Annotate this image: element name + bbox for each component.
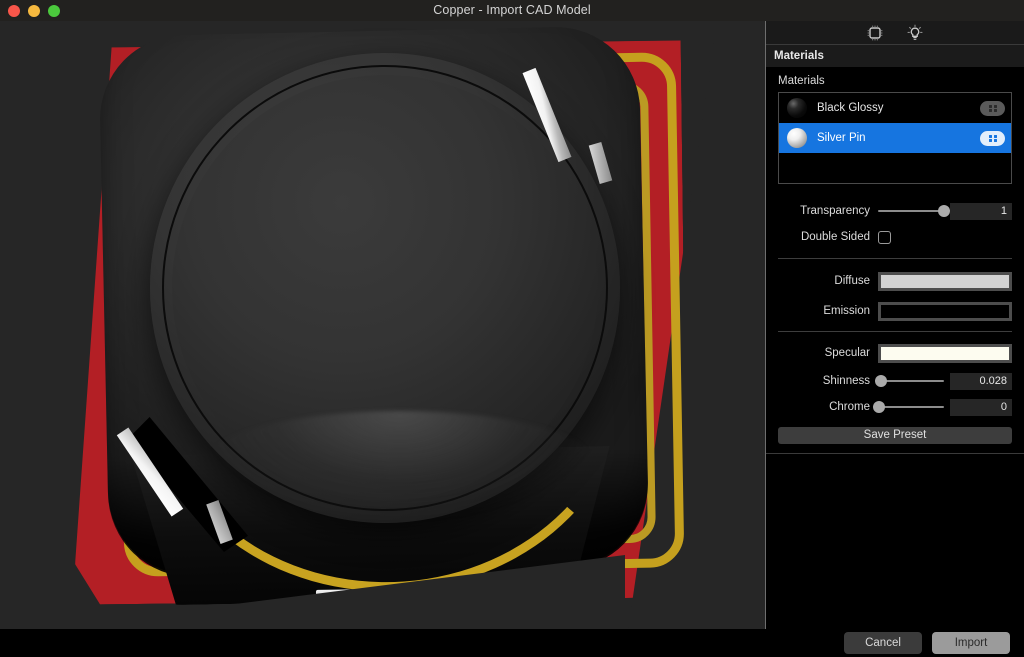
chrome-label: Chrome xyxy=(829,401,870,413)
shinness-slider[interactable] xyxy=(874,373,944,389)
shinness-value[interactable]: 0.028 xyxy=(950,372,1012,390)
slider-knob[interactable] xyxy=(872,401,885,413)
diffuse-color-swatch[interactable] xyxy=(878,271,1012,291)
double-sided-checkbox[interactable] xyxy=(878,230,891,244)
material-thumbnail xyxy=(787,128,807,148)
materials-group-label: Materials xyxy=(778,75,825,87)
slider-track xyxy=(878,210,944,212)
diffuse-row: Diffuse xyxy=(766,266,1024,296)
window-title: Copper - Import CAD Model xyxy=(433,3,591,17)
window-controls xyxy=(8,0,60,21)
slider-knob[interactable] xyxy=(938,205,950,217)
cancel-button[interactable]: Cancel xyxy=(844,632,922,654)
specular-color-swatch[interactable] xyxy=(878,343,1012,363)
chrome-value[interactable]: 0 xyxy=(950,398,1012,416)
import-button[interactable]: Import xyxy=(932,632,1010,654)
panel-header-title: Materials xyxy=(774,50,824,62)
diffuse-label: Diffuse xyxy=(834,275,870,287)
title-bar: Copper - Import CAD Model xyxy=(0,0,1024,21)
shinness-row: Shinness 0.028 xyxy=(766,368,1024,394)
chrome-row: Chrome 0 xyxy=(766,394,1024,420)
material-name: Black Glossy xyxy=(817,102,884,114)
emission-color-swatch[interactable] xyxy=(878,301,1012,321)
materials-panel: Materials Materials Black Glossy Silver … xyxy=(766,21,1024,629)
chip-icon[interactable] xyxy=(866,24,884,42)
material-thumbnail xyxy=(787,98,807,118)
double-sided-row: Double Sided xyxy=(766,224,1024,250)
specular-label: Specular xyxy=(824,347,870,359)
panel-toolbar xyxy=(766,21,1024,45)
slider-track xyxy=(878,406,944,408)
double-sided-label: Double Sided xyxy=(800,231,870,243)
shinness-label: Shinness xyxy=(822,375,870,387)
material-name: Silver Pin xyxy=(817,132,866,144)
list-item[interactable]: Silver Pin xyxy=(779,123,1011,153)
slider-knob[interactable] xyxy=(874,375,887,387)
dialog-footer: Cancel Import xyxy=(766,629,1024,657)
slider-track xyxy=(878,380,944,382)
close-button[interactable] xyxy=(8,4,20,17)
transparency-value[interactable]: 1 xyxy=(950,202,1012,220)
emission-row: Emission xyxy=(766,296,1024,326)
panel-header: Materials xyxy=(766,45,1024,67)
application-window: Copper - Import CAD Model Materials Mate… xyxy=(0,0,1024,657)
maximize-button[interactable] xyxy=(48,4,60,17)
panel-bottom-divider xyxy=(766,453,1024,454)
transparency-row: Transparency 1 xyxy=(766,198,1024,224)
transparency-slider[interactable] xyxy=(878,203,950,219)
save-preset-button[interactable]: Save Preset xyxy=(778,427,1012,444)
materials-list[interactable]: Black Glossy Silver Pin xyxy=(778,92,1012,184)
model-viewport[interactable] xyxy=(0,21,766,629)
grid-icon[interactable] xyxy=(980,100,1005,116)
chrome-slider[interactable] xyxy=(872,399,944,415)
bulb-icon[interactable] xyxy=(906,24,924,42)
minimize-button[interactable] xyxy=(28,4,40,17)
transparency-label: Transparency xyxy=(800,205,870,217)
list-item[interactable]: Black Glossy xyxy=(779,93,1011,123)
specular-row: Specular xyxy=(766,338,1024,368)
emission-label: Emission xyxy=(823,305,870,317)
grid-icon[interactable] xyxy=(980,130,1005,146)
